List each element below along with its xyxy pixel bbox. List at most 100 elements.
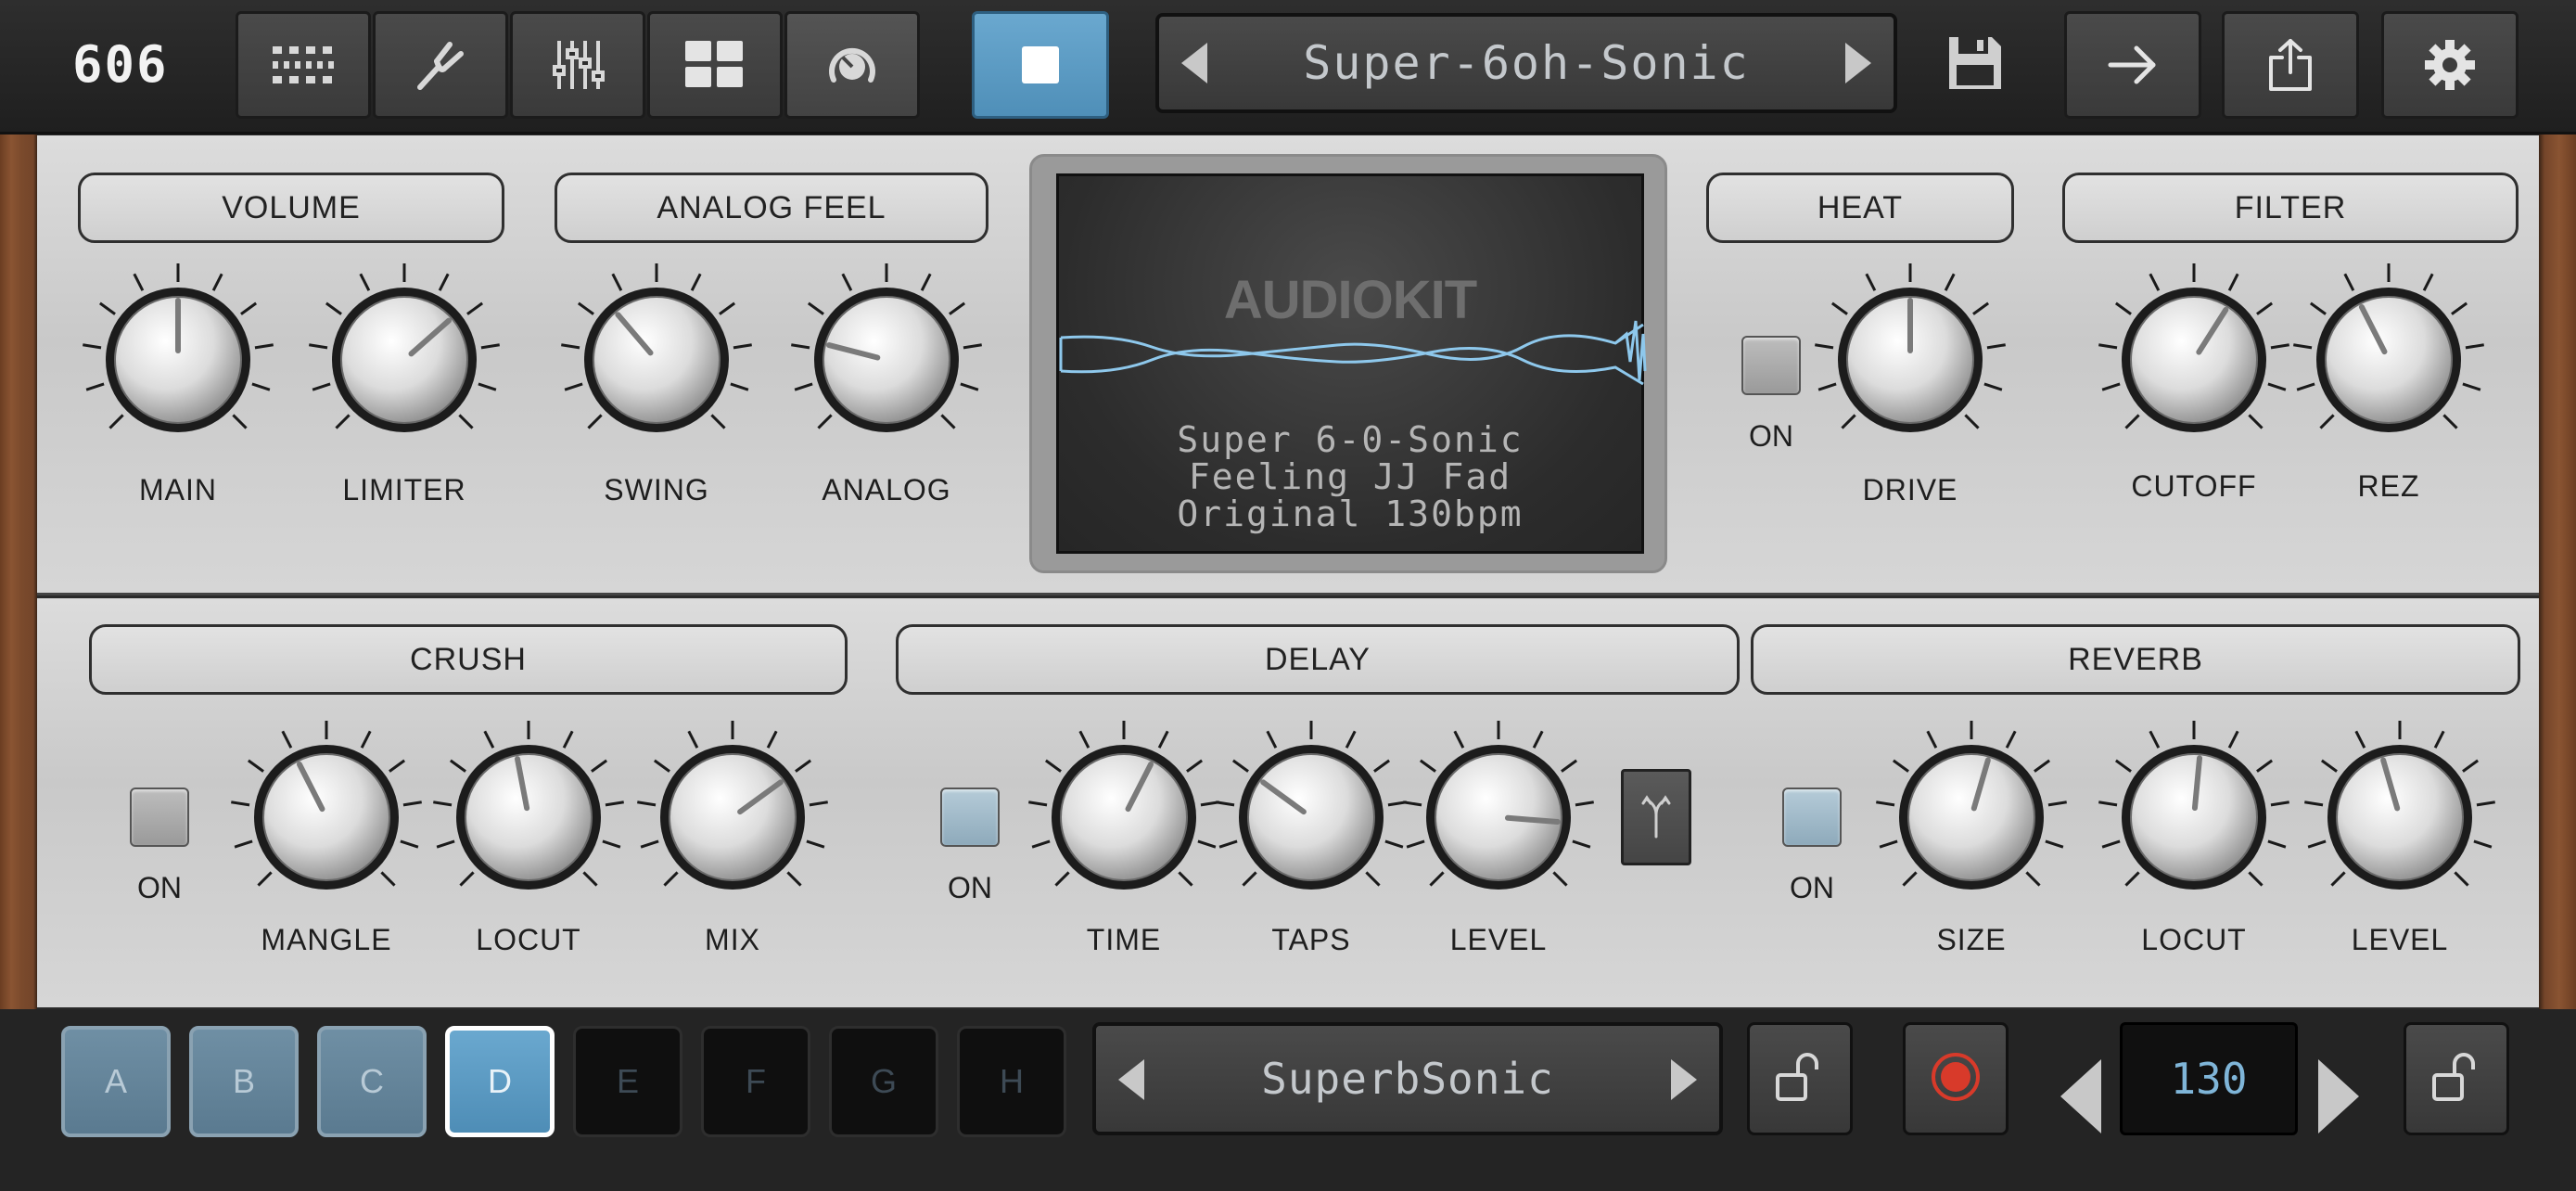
bottom-bar: A B C D E F G H SuperbSonic 130 [0, 1009, 2576, 1191]
reverb-level-knob[interactable] [2289, 706, 2511, 928]
fx-panel-bottom: CRUSH DELAY REVERB ON ON ON MANGLE LOCUT… [37, 598, 2539, 1007]
delay-on-label: ON [948, 871, 992, 904]
preset-selector: Super-6oh-Sonic [1155, 13, 1897, 113]
pattern-e-button[interactable]: E [573, 1026, 682, 1137]
crush-mix-knob[interactable] [621, 706, 844, 928]
main-volume-knob[interactable] [67, 249, 289, 471]
gear-icon [2424, 39, 2476, 91]
stop-icon [1022, 46, 1059, 83]
reverb-size-label: SIZE [1936, 923, 2007, 956]
heat-on-label: ON [1749, 419, 1793, 453]
reverb-locut-knob[interactable] [2083, 706, 2305, 928]
pattern-g-label: G [870, 1062, 897, 1100]
swing-knob-label: SWING [604, 473, 709, 506]
info-display: AUDIOKIT Super 6-0-Sonic Feeling JJ Fad … [1029, 154, 1667, 573]
delay-on-toggle[interactable] [940, 788, 1000, 847]
pattern-d-label: D [488, 1062, 512, 1100]
heat-on-toggle[interactable] [1741, 336, 1801, 395]
fx-knob-icon [824, 39, 880, 91]
bpm-display[interactable]: 130 [2120, 1022, 2298, 1135]
pattern-h-button[interactable]: H [957, 1026, 1066, 1137]
app-logo: 606 [72, 35, 169, 94]
main-knob-label: MAIN [139, 473, 217, 506]
tuning-fork-icon [413, 37, 468, 93]
share-button[interactable] [2222, 11, 2359, 119]
sequence-lock-button[interactable] [1747, 1022, 1853, 1135]
analog-feel-section-title: ANALOG FEEL [555, 173, 988, 243]
pads-grid-icon [685, 41, 745, 89]
pattern-b-button[interactable]: B [189, 1026, 299, 1137]
record-button[interactable] [1903, 1022, 2009, 1135]
sequence-prev-icon[interactable] [1118, 1059, 1144, 1100]
delay-pingpong-button[interactable] [1621, 769, 1691, 865]
fx-view-button[interactable] [784, 11, 920, 119]
bpm-decrease-button[interactable] [2060, 1059, 2101, 1133]
bpm-decrease-icon [2060, 1059, 2101, 1133]
delay-section-title: DELAY [896, 624, 1740, 695]
rez-knob-label: REZ [2357, 469, 2420, 503]
save-icon [1945, 37, 2005, 96]
cutoff-knob[interactable] [2083, 249, 2305, 471]
tuning-view-button[interactable] [373, 11, 508, 119]
pattern-a-label: A [104, 1062, 127, 1100]
swing-knob[interactable] [545, 249, 768, 471]
limiter-knob[interactable] [293, 249, 516, 471]
delay-level-knob[interactable] [1387, 706, 1610, 928]
pattern-f-button[interactable]: F [701, 1026, 810, 1137]
drive-knob-label: DRIVE [1862, 473, 1958, 506]
preset-prev-icon[interactable] [1181, 43, 1207, 83]
crush-on-label: ON [137, 871, 182, 904]
reverb-on-toggle[interactable] [1782, 788, 1842, 847]
crush-locut-label: LOCUT [476, 923, 581, 956]
crush-mix-label: MIX [705, 923, 760, 956]
unlock-icon [1774, 1051, 1826, 1108]
next-button[interactable] [2064, 11, 2201, 119]
heat-section-title: HEAT [1706, 173, 2014, 243]
arrow-right-icon [2107, 45, 2159, 85]
delay-level-label: LEVEL [1449, 923, 1548, 956]
bpm-increase-button[interactable] [2318, 1059, 2359, 1133]
reverb-on-label: ON [1790, 871, 1834, 904]
pattern-d-button[interactable]: D [445, 1026, 555, 1137]
mangle-knob[interactable] [215, 706, 438, 928]
stop-button[interactable] [972, 11, 1109, 119]
crush-locut-knob[interactable] [417, 706, 640, 928]
pattern-f-label: F [746, 1062, 766, 1100]
preset-next-icon[interactable] [1845, 43, 1871, 83]
display-line-1: Super 6-0-Sonic [1177, 419, 1524, 460]
sequencer-grid-icon [271, 45, 336, 85]
pattern-g-button[interactable]: G [829, 1026, 938, 1137]
preset-name: Super-6oh-Sonic [1303, 36, 1750, 90]
sequencer-view-button[interactable] [236, 11, 371, 119]
drive-knob[interactable] [1799, 249, 2021, 471]
settings-button[interactable] [2381, 11, 2519, 119]
sequence-selector: SuperbSonic [1092, 1022, 1723, 1135]
top-toolbar: 606 Super-6oh-Sonic [0, 0, 2576, 134]
rez-knob[interactable] [2277, 249, 2500, 471]
display-line-3: Original 130bpm [1177, 493, 1524, 534]
fork-icon [1639, 792, 1673, 843]
waveform-graphic [1059, 320, 1647, 386]
pattern-c-label: C [360, 1062, 384, 1100]
reverb-section-title: REVERB [1751, 624, 2520, 695]
pads-view-button[interactable] [647, 11, 783, 119]
mangle-knob-label: MANGLE [261, 923, 392, 956]
reverb-size-knob[interactable] [1860, 706, 2083, 928]
bpm-increase-icon [2318, 1059, 2359, 1133]
analog-knob[interactable] [775, 249, 998, 471]
mixer-sliders-icon [550, 39, 606, 91]
mixer-view-button[interactable] [510, 11, 645, 119]
tempo-lock-button[interactable] [2404, 1022, 2509, 1135]
display-screen: AUDIOKIT Super 6-0-Sonic Feeling JJ Fad … [1056, 173, 1647, 554]
save-button[interactable] [1945, 33, 2005, 97]
reverb-locut-label: LOCUT [2141, 923, 2247, 956]
sequence-name: SuperbSonic [1261, 1054, 1554, 1104]
pattern-c-button[interactable]: C [317, 1026, 427, 1137]
pattern-b-label: B [232, 1062, 255, 1100]
crush-on-toggle[interactable] [130, 788, 189, 847]
reverb-level-label: LEVEL [2351, 923, 2449, 956]
sequence-next-icon[interactable] [1671, 1059, 1697, 1100]
pattern-a-button[interactable]: A [61, 1026, 171, 1137]
display-line-2: Feeling JJ Fad [1188, 456, 1512, 497]
filter-section-title: FILTER [2062, 173, 2519, 243]
